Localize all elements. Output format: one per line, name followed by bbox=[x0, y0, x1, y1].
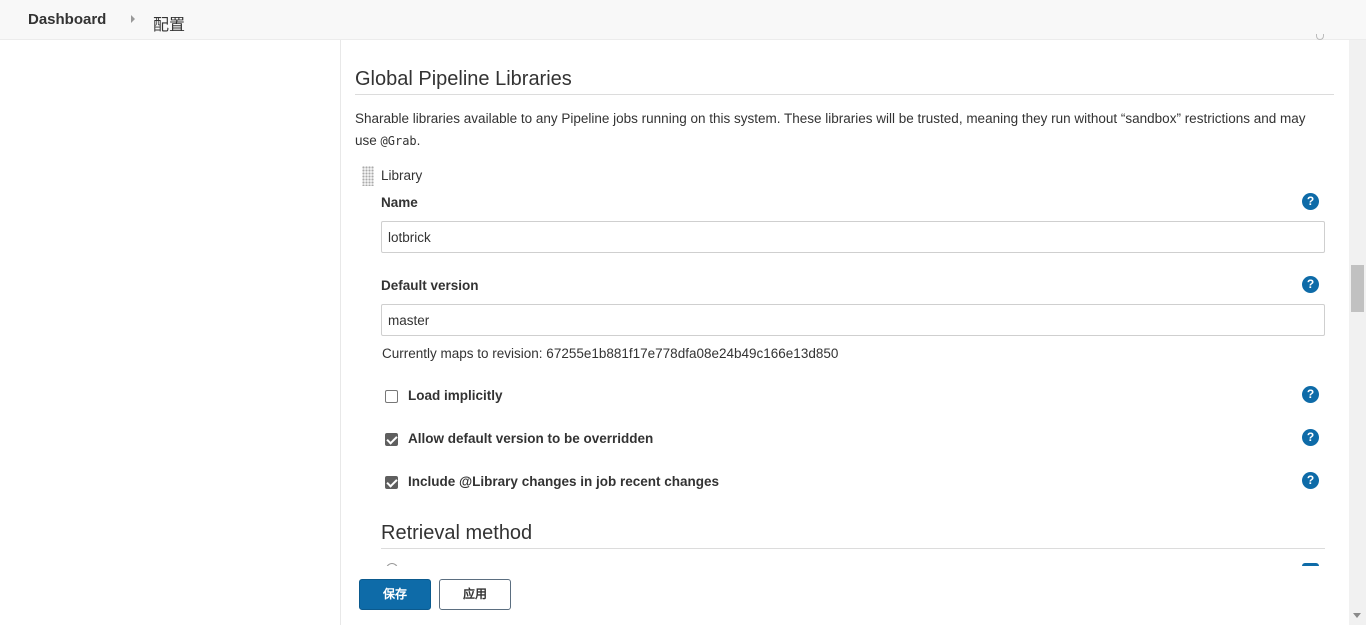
retrieval-method-title: Retrieval method bbox=[381, 522, 533, 544]
load-implicitly-help-icon[interactable]: ? bbox=[1302, 386, 1319, 403]
apply-button[interactable]: 应用 bbox=[439, 579, 511, 610]
include-changes-label[interactable]: Include @Library changes in job recent c… bbox=[408, 474, 719, 489]
library-heading: Library bbox=[381, 168, 423, 183]
description-text: Sharable libraries available to any Pipe… bbox=[355, 111, 1306, 148]
save-button[interactable]: 保存 bbox=[359, 579, 431, 610]
scroll-down-arrow-icon[interactable] bbox=[1353, 613, 1361, 618]
breadcrumb-dashboard-link[interactable]: Dashboard bbox=[28, 11, 106, 28]
default-version-input[interactable] bbox=[381, 304, 1325, 336]
default-version-label: Default version bbox=[381, 278, 479, 293]
name-input[interactable] bbox=[381, 221, 1325, 253]
include-changes-help-icon[interactable]: ? bbox=[1302, 472, 1319, 489]
revision-info: Currently maps to revision: 67255e1b881f… bbox=[382, 346, 839, 361]
load-implicitly-checkbox[interactable] bbox=[385, 390, 398, 403]
breadcrumb-current[interactable]: 配置 bbox=[153, 11, 185, 35]
include-changes-checkbox[interactable] bbox=[385, 476, 398, 489]
allow-override-checkbox[interactable] bbox=[385, 433, 398, 446]
breadcrumb-chevron-icon[interactable] bbox=[131, 15, 135, 23]
allow-override-label[interactable]: Allow default version to be overridden bbox=[408, 431, 653, 446]
description-code: @Grab bbox=[380, 134, 417, 148]
section-description: Sharable libraries available to any Pipe… bbox=[355, 108, 1330, 152]
drag-handle-icon[interactable] bbox=[362, 166, 374, 186]
default-version-help-icon[interactable]: ? bbox=[1302, 276, 1319, 293]
load-implicitly-label[interactable]: Load implicitly bbox=[408, 388, 503, 403]
scrollbar-thumb[interactable] bbox=[1351, 265, 1364, 312]
sidebar-divider bbox=[340, 40, 341, 625]
section-divider bbox=[355, 94, 1334, 95]
allow-override-help-icon[interactable]: ? bbox=[1302, 429, 1319, 446]
name-label: Name bbox=[381, 195, 418, 210]
description-end: . bbox=[416, 133, 421, 148]
name-help-icon[interactable]: ? bbox=[1302, 193, 1319, 210]
scrollbar[interactable] bbox=[1349, 40, 1366, 625]
section-title: Global Pipeline Libraries bbox=[355, 68, 572, 90]
retrieval-method-divider bbox=[381, 548, 1325, 549]
breadcrumb-bar bbox=[0, 0, 1366, 40]
